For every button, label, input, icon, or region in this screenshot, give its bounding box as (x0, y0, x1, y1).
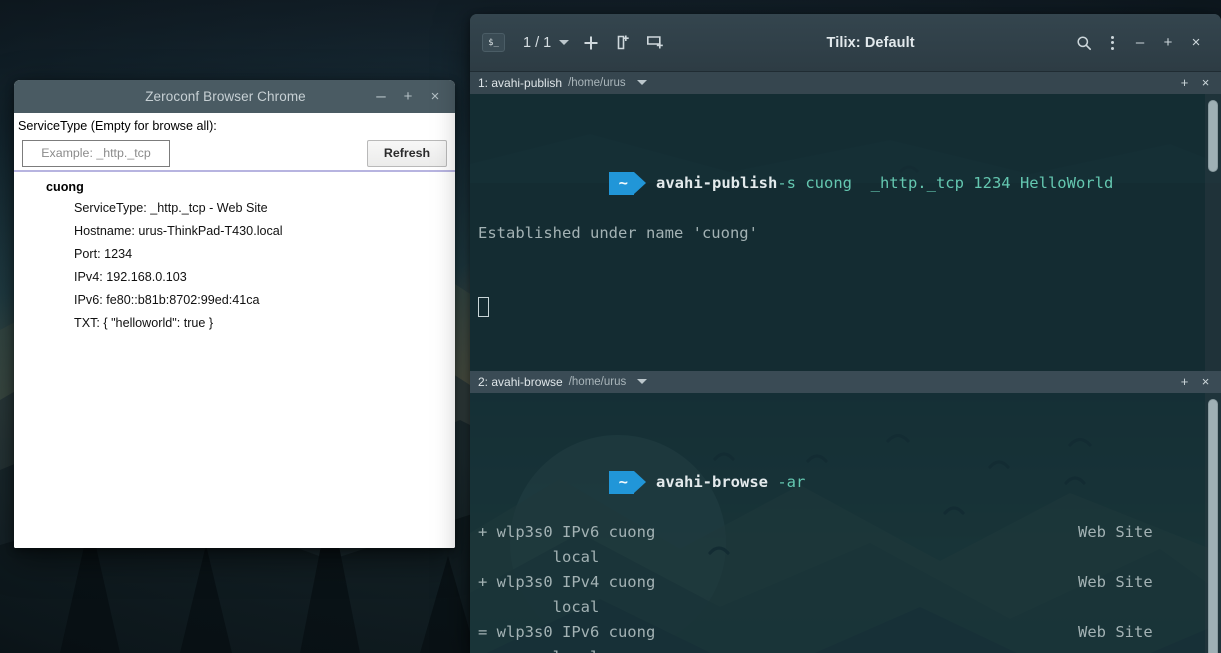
terminal-panes: 1: avahi-publish /home/urus + × ~ avahi-… (470, 72, 1221, 653)
browse-row-left: = wlp3s0 IPv6 cuong (478, 623, 656, 641)
service-field-txt: TXT: { "helloworld": true } (74, 316, 214, 330)
maximize-icon[interactable]: + (400, 89, 416, 105)
browse-row-left: local (478, 648, 600, 653)
pane-1-path: /home/urus (568, 76, 626, 89)
terminal-line: local (478, 595, 1221, 620)
maximize-icon[interactable]: + (1155, 30, 1181, 56)
browse-row-right: Web Site (1078, 573, 1153, 591)
scrollbar-thumb[interactable] (1208, 399, 1218, 653)
command-name: avahi-browse (656, 473, 768, 491)
pane-2-close-button[interactable]: × (1198, 374, 1213, 389)
browse-row-right: Web Site (1078, 623, 1153, 641)
terminal-line (478, 296, 1221, 321)
close-icon[interactable]: × (1183, 30, 1209, 56)
browse-row-left: + wlp3s0 IPv6 cuong (478, 523, 656, 541)
terminal-line: local (478, 645, 1221, 653)
terminal-line: Established under name 'cuong' (478, 224, 758, 242)
avahi-browse-output: + wlp3s0 IPv6 cuong Web Site local + wlp3s… (478, 520, 1221, 653)
servicetype-label: ServiceType (Empty for browse all): (18, 119, 217, 133)
pane-1-close-button[interactable]: × (1198, 75, 1213, 90)
list-item[interactable]: cuong ServiceType: _http._tcp - Web Site… (14, 178, 455, 335)
service-field-servicetype: ServiceType: _http._tcp - Web Site (74, 201, 268, 215)
chevron-down-icon[interactable] (636, 80, 647, 85)
browse-row-left: local (478, 598, 600, 616)
pane-1-header[interactable]: 1: avahi-publish /home/urus + × (470, 72, 1221, 94)
search-button[interactable] (1071, 30, 1097, 56)
zeroconf-body: ServiceType (Empty for browse all): Refr… (14, 113, 455, 548)
command-name: avahi-publish (656, 174, 778, 192)
pane-2-add-button[interactable]: + (1177, 374, 1192, 389)
plus-icon (584, 36, 598, 49)
split-pane-button[interactable] (640, 28, 670, 58)
refresh-button[interactable]: Refresh (367, 139, 447, 167)
minimize-icon[interactable]: – (373, 87, 389, 105)
tilix-window-controls: – + × (1071, 30, 1209, 56)
scrollbar-thumb[interactable] (1208, 100, 1218, 172)
chevron-down-icon[interactable] (637, 379, 648, 384)
zeroconf-browser-window: Zeroconf Browser Chrome – + × ServiceTyp… (14, 80, 455, 548)
desktop: Zeroconf Browser Chrome – + × ServiceTyp… (0, 0, 1221, 653)
pane-2-path: /home/urus (568, 375, 627, 388)
pane-2-header[interactable]: 2: avahi-browse /home/urus + × (470, 371, 1221, 393)
overflow-menu-button[interactable] (1099, 30, 1125, 56)
terminal-icon[interactable]: $_ (482, 33, 505, 52)
search-icon (1077, 35, 1092, 50)
tilix-window: $_ 1 / 1 Tilix: Default – + × 1: avahi-p… (470, 14, 1221, 653)
browse-row-left: + wlp3s0 IPv4 cuong (478, 573, 656, 591)
zeroconf-window-title: Zeroconf Browser Chrome (145, 89, 306, 104)
tilix-headerbar[interactable]: $_ 1 / 1 Tilix: Default – + × (470, 14, 1221, 72)
shell-prompt: ~ (608, 172, 647, 195)
servicetype-input-row: Refresh (14, 136, 455, 170)
add-session-icon (617, 35, 629, 50)
zeroconf-titlebar[interactable]: Zeroconf Browser Chrome – + × (14, 80, 455, 113)
terminal-1-scrollbar[interactable] (1208, 100, 1218, 365)
service-field-hostname: Hostname: urus-ThinkPad-T430.local (74, 224, 283, 238)
command-args-text: -ar (777, 473, 806, 491)
terminal-2-scrollbar[interactable] (1208, 399, 1218, 653)
browse-row-left: local (478, 548, 600, 566)
pane-1-add-button[interactable]: + (1177, 75, 1192, 90)
shell-prompt: ~ (608, 471, 647, 494)
kebab-menu-icon (1110, 35, 1114, 50)
new-terminal-button[interactable] (576, 28, 606, 58)
terminal-line: + wlp3s0 IPv6 cuong Web Site (478, 520, 1221, 545)
terminal-pane-2: 2: avahi-browse /home/urus + × ~ avahi-b… (470, 371, 1221, 653)
terminal-cursor (478, 297, 489, 317)
add-session-button[interactable] (608, 28, 638, 58)
service-field-port: Port: 1234 (74, 247, 133, 261)
terminal-2-viewport[interactable]: ~ avahi-browse -ar + wlp3s0 IPv6 cuong Web… (470, 393, 1221, 653)
service-results-list[interactable]: cuong ServiceType: _http._tcp - Web Site… (14, 172, 455, 548)
terminal-line: ~ avahi-publish-s cuong _http._tcp 1234 H… (478, 146, 1221, 195)
pane-2-title: 2: avahi-browse (478, 374, 563, 389)
chevron-down-icon (559, 40, 570, 45)
zeroconf-window-controls: – + × (373, 87, 455, 105)
service-field-ipv4: IPv4: 192.168.0.103 (74, 270, 187, 284)
session-switcher-button[interactable]: 1 / 1 (515, 28, 574, 58)
tilix-window-title: Tilix: Default (826, 34, 915, 51)
terminal-1-lines: ~ avahi-publish-s cuong _http._tcp 1234 H… (478, 96, 1221, 371)
terminal-line: ~ avahi-browse -ar (478, 445, 1221, 494)
command-args: -s cuong _http._tcp 1234 HelloWorld (777, 174, 1114, 192)
browse-row-right: Web Site (1078, 523, 1153, 541)
terminal-line: local (478, 545, 1221, 570)
close-icon[interactable]: × (427, 89, 443, 105)
service-name: cuong (46, 180, 84, 194)
minimize-icon[interactable]: – (1127, 30, 1153, 56)
terminal-1-viewport[interactable]: ~ avahi-publish-s cuong _http._tcp 1234 H… (470, 94, 1221, 371)
session-count-label: 1 / 1 (523, 34, 552, 51)
terminal-line: = wlp3s0 IPv6 cuong Web Site (478, 620, 1221, 645)
terminal-line: + wlp3s0 IPv4 cuong Web Site (478, 570, 1221, 595)
servicetype-input[interactable] (22, 139, 170, 167)
terminal-2-lines: ~ avahi-browse -ar + wlp3s0 IPv6 cuong Web… (478, 395, 1221, 653)
terminal-pane-1: 1: avahi-publish /home/urus + × ~ avahi-… (470, 72, 1221, 371)
pane-1-title: 1: avahi-publish (478, 75, 563, 90)
command-args (768, 473, 777, 491)
service-field-ipv6: IPv6: fe80::b81b:8702:99ed:41ca (74, 293, 260, 307)
split-pane-icon (646, 36, 663, 49)
